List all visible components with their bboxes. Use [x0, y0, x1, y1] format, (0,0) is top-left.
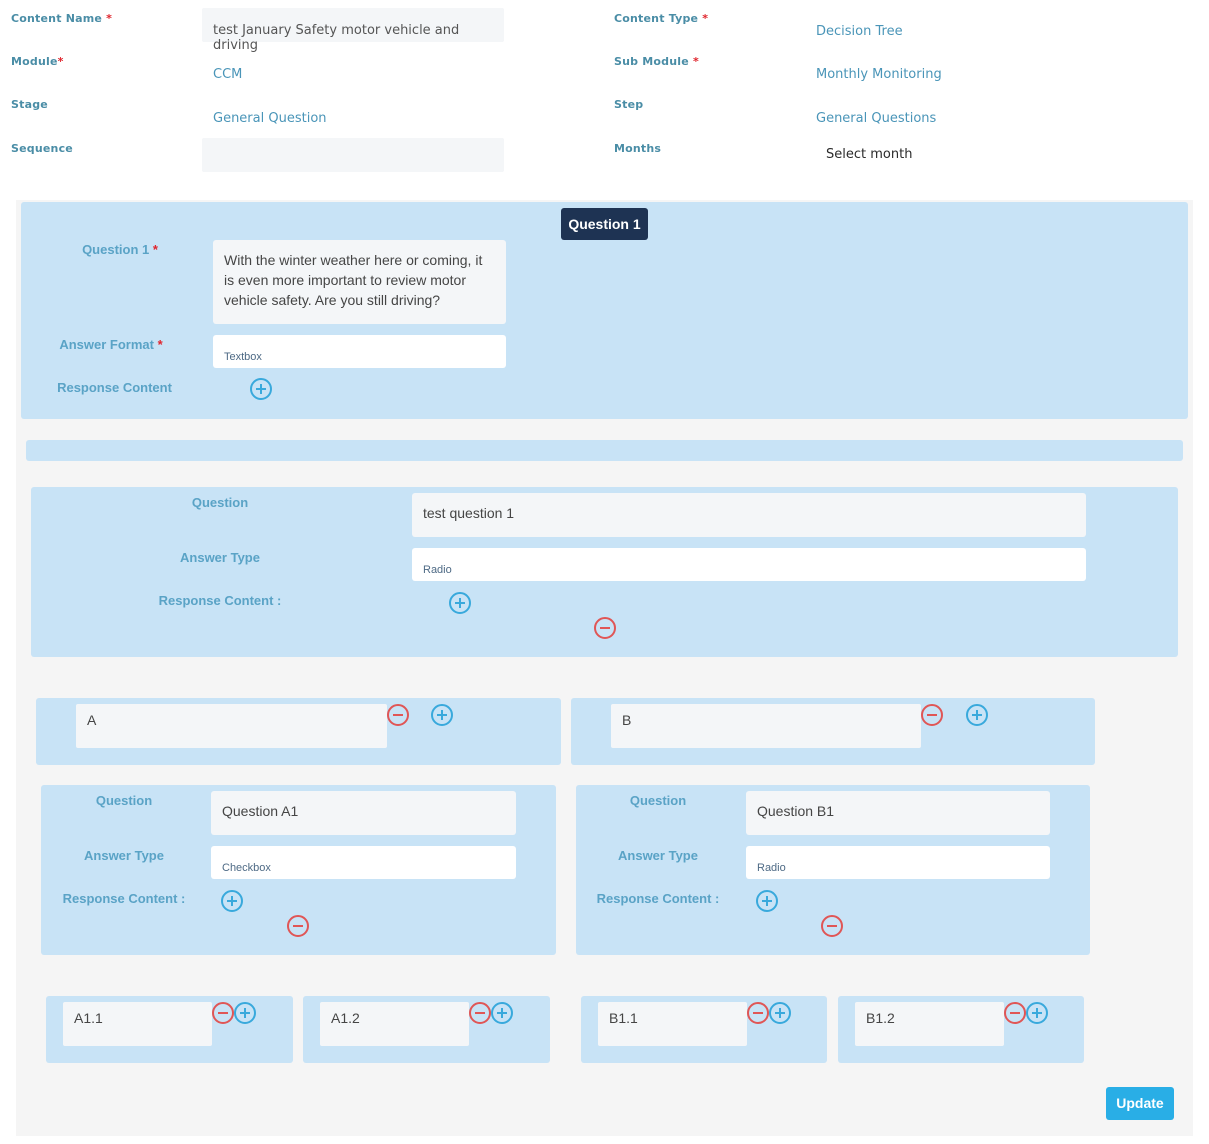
update-button[interactable]: Update [1106, 1087, 1174, 1120]
sub-question-b-input[interactable]: Question B1 [746, 791, 1050, 835]
content-name-input[interactable]: test January Safety motor vehicle and dr… [202, 8, 504, 53]
tree-divider [26, 440, 1183, 461]
sub-question-a-label: Question [95, 793, 153, 808]
answer-format-select[interactable]: Textbox [213, 335, 506, 368]
sub-module-label: Sub Module * [614, 55, 699, 68]
sub-a-remove-icon[interactable] [287, 915, 309, 937]
sub-question-b-label: Question [629, 793, 687, 808]
answer-a-add-icon[interactable] [431, 704, 453, 726]
sub-response-b-label: Response Content : [596, 891, 720, 906]
root-answer-type-label: Answer Type [180, 550, 260, 565]
step-label: Step [614, 98, 644, 111]
option-b12-input[interactable]: B1.2 [855, 1002, 1004, 1046]
months-label: Months [614, 142, 662, 155]
root-question-label: Question [191, 495, 249, 510]
sub-response-a-label: Response Content : [62, 891, 186, 906]
option-a11-add-icon[interactable] [234, 1002, 256, 1024]
root-response-label: Response Content : [158, 593, 282, 608]
option-a11-remove-icon[interactable] [212, 1002, 234, 1024]
answer-b-add-icon[interactable] [966, 704, 988, 726]
option-a11-input[interactable]: A1.1 [63, 1002, 212, 1046]
option-b12-add-icon[interactable] [1026, 1002, 1048, 1024]
sub-b-remove-icon[interactable] [821, 915, 843, 937]
option-b11-remove-icon[interactable] [747, 1002, 769, 1024]
answer-b-input[interactable]: B [611, 704, 921, 748]
option-a12-add-icon[interactable] [491, 1002, 513, 1024]
option-b12-remove-icon[interactable] [1004, 1002, 1026, 1024]
answer-format-label: Answer Format * [59, 337, 163, 352]
sub-answer-type-b-label: Answer Type [618, 848, 698, 863]
question-1-label: Question 1 * [82, 242, 158, 257]
root-answer-type-select[interactable]: Radio [412, 548, 1086, 581]
sub-module-value[interactable]: Monthly Monitoring [816, 67, 942, 82]
module-label: Module* [11, 55, 64, 68]
sub-a-add-response-icon[interactable] [221, 890, 243, 912]
add-response-icon[interactable] [250, 378, 272, 400]
option-a12-remove-icon[interactable] [469, 1002, 491, 1024]
answer-b-remove-icon[interactable] [921, 704, 943, 726]
months-select[interactable]: Select month [826, 147, 912, 162]
sequence-label: Sequence [11, 142, 73, 155]
root-question-input[interactable]: test question 1 [412, 493, 1086, 537]
option-b11-add-icon[interactable] [769, 1002, 791, 1024]
response-content-label: Response Content [57, 380, 172, 395]
question-1-textarea[interactable]: With the winter weather here or coming, … [213, 240, 506, 324]
stage-label: Stage [11, 98, 48, 111]
root-add-response-icon[interactable] [449, 592, 471, 614]
answer-a-input[interactable]: A [76, 704, 387, 748]
module-value[interactable]: CCM [213, 67, 242, 82]
sub-answer-type-a-select[interactable]: Checkbox [211, 846, 516, 879]
option-a12-input[interactable]: A1.2 [320, 1002, 469, 1046]
sequence-input[interactable] [202, 138, 504, 172]
sub-b-add-response-icon[interactable] [756, 890, 778, 912]
root-remove-icon[interactable] [594, 617, 616, 639]
content-type-value[interactable]: Decision Tree [816, 24, 903, 39]
sub-answer-type-b-select[interactable]: Radio [746, 846, 1050, 879]
content-name-label: Content Name * [11, 12, 113, 25]
option-b11-input[interactable]: B1.1 [598, 1002, 747, 1046]
sub-answer-type-a-label: Answer Type [84, 848, 164, 863]
step-value[interactable]: General Questions [816, 111, 936, 126]
sub-question-a-input[interactable]: Question A1 [211, 791, 516, 835]
answer-a-remove-icon[interactable] [387, 704, 409, 726]
content-type-label: Content Type * [614, 12, 709, 25]
stage-value[interactable]: General Question [213, 111, 327, 126]
question-1-tab[interactable]: Question 1 [561, 208, 648, 240]
